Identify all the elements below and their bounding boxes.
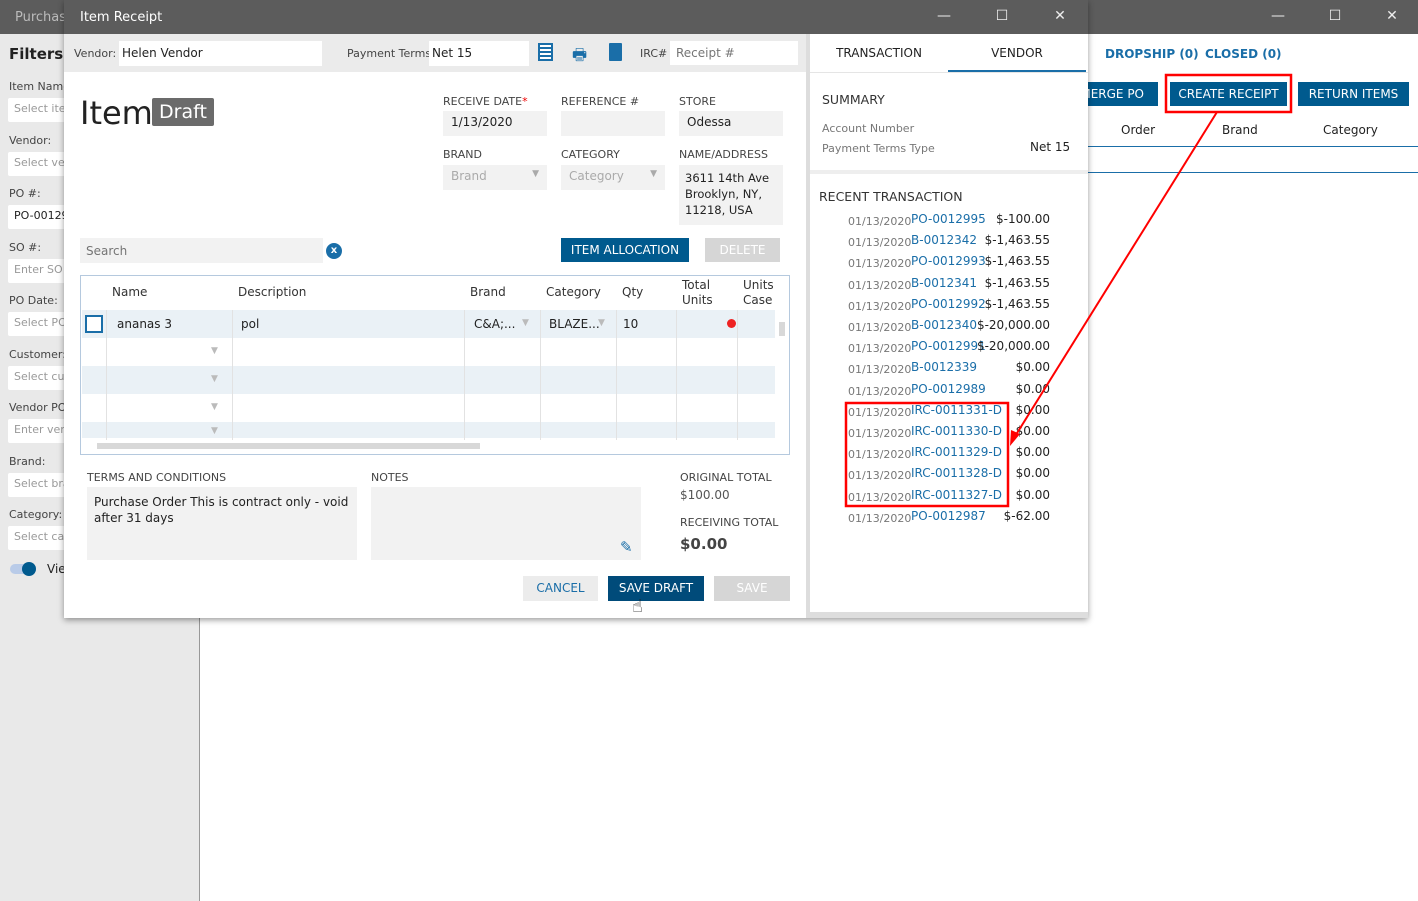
annotation-overlay <box>844 73 1293 508</box>
annotation-arrow <box>1013 111 1218 439</box>
highlight-box-irc-transactions <box>844 401 1010 508</box>
highlight-box-create-receipt <box>1164 73 1293 114</box>
